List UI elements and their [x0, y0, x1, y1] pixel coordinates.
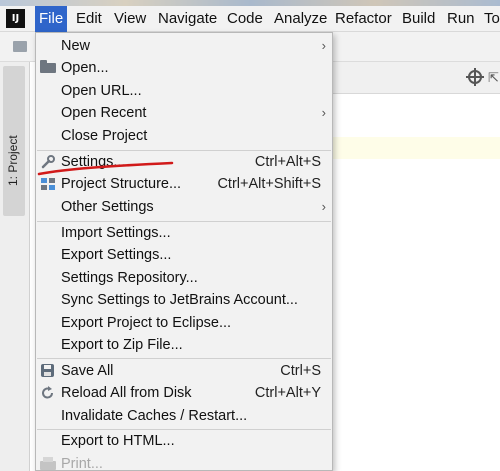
menu-item-open-url[interactable]: Open URL... [36, 80, 332, 102]
menu-item-invalidate-caches[interactable]: Invalidate Caches / Restart... [36, 405, 332, 427]
file-menu-dropdown: New › Open... Open URL... Open Recent › … [35, 32, 333, 471]
folder-icon [40, 60, 56, 73]
menu-view[interactable]: View [110, 6, 150, 32]
menu-run[interactable]: Run [443, 6, 479, 32]
reload-icon [42, 386, 54, 399]
menu-item-open-recent[interactable]: Open Recent › [36, 102, 332, 124]
menu-item-open[interactable]: Open... [36, 57, 332, 79]
collapse-icon[interactable]: ⇱ [488, 70, 499, 86]
menu-item-settings-repository[interactable]: Settings Repository... [36, 267, 332, 289]
menu-item-other-settings[interactable]: Other Settings › [36, 196, 332, 218]
project-tool-window-tab[interactable]: 1: Project [3, 66, 25, 216]
menu-code[interactable]: Code [223, 6, 267, 32]
menu-separator [37, 358, 331, 359]
menu-item-import-settings[interactable]: Import Settings... [36, 222, 332, 244]
menu-item-reload-all[interactable]: Reload All from Disk Ctrl+Alt+Y [36, 382, 332, 404]
menu-item-close-project[interactable]: Close Project [36, 125, 332, 147]
menu-item-export-html[interactable]: Export to HTML... [36, 430, 332, 452]
menu-item-print: Print... [36, 453, 332, 471]
menu-item-export-zip[interactable]: Export to Zip File... [36, 334, 332, 356]
menu-refactor[interactable]: Refactor [331, 6, 396, 32]
menu-navigate[interactable]: Navigate [154, 6, 221, 32]
menu-edit[interactable]: Edit [72, 6, 106, 32]
menu-analyze[interactable]: Analyze [270, 6, 331, 32]
chevron-right-icon: › [321, 38, 326, 53]
project-tab-label: 1: Project [6, 135, 20, 186]
folder-icon[interactable] [13, 41, 27, 52]
menu-build[interactable]: Build [398, 6, 439, 32]
chevron-right-icon: › [321, 199, 326, 214]
menu-item-save-all[interactable]: Save All Ctrl+S [36, 360, 332, 382]
editor-current-line [330, 137, 500, 159]
menu-item-export-settings[interactable]: Export Settings... [36, 244, 332, 266]
menu-bar: IJ File Edit View Navigate Code Analyze … [0, 6, 500, 32]
target-icon[interactable] [466, 68, 484, 86]
menu-item-sync-settings[interactable]: Sync Settings to JetBrains Account... [36, 289, 332, 311]
save-icon [41, 364, 54, 377]
menu-tools[interactable]: To [480, 6, 500, 32]
menu-file[interactable]: File [35, 6, 68, 32]
left-tool-strip: 1: Project [0, 62, 30, 471]
menu-item-export-eclipse[interactable]: Export Project to Eclipse... [36, 312, 332, 334]
menu-item-new[interactable]: New › [36, 35, 332, 57]
red-underline-annotation [37, 161, 174, 176]
print-icon [40, 457, 56, 470]
chevron-right-icon: › [321, 105, 326, 120]
intellij-logo-icon: IJ [3, 6, 28, 31]
